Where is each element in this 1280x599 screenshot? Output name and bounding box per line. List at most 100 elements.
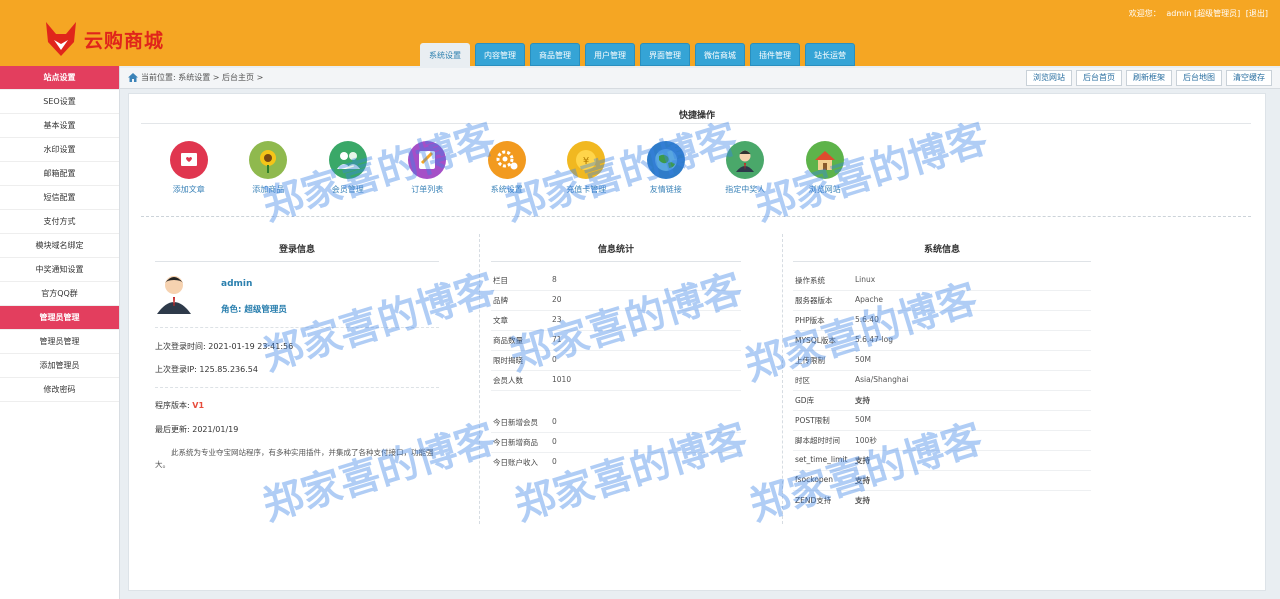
top-header: 云购商城 欢迎您： admin [超级管理员] [退出] 系统设置 内容管理 商…	[0, 0, 1280, 66]
stat-value: 20	[552, 295, 562, 304]
stat-row: 文章 23	[491, 310, 741, 331]
breadcrumb: 当前位置: 系统设置 > 后台主页 >	[128, 72, 263, 83]
last-updated: 最后更新: 2021/01/19	[155, 425, 239, 434]
tab-system-settings[interactable]: 系统设置	[420, 43, 470, 66]
quick-label: 添加文章	[172, 185, 205, 194]
stat-key: 商品数量	[493, 336, 523, 345]
stat-row: 今日新增会员 0	[491, 412, 741, 433]
quick-add-article[interactable]: 添加文章	[149, 141, 229, 195]
logout-link[interactable]: [退出]	[1246, 9, 1268, 18]
sys-key: 时区	[795, 376, 810, 385]
globe-icon	[646, 141, 685, 179]
fox-logo-icon	[46, 22, 76, 56]
last-login-ip: 上次登录IP: 125.85.236.54	[155, 365, 258, 374]
stat-row: 栏目 8	[491, 270, 741, 291]
stat-value: 0	[552, 355, 557, 364]
sys-row: 服务器版本 Apache	[793, 290, 1091, 311]
sys-row: 上传限制 50M	[793, 350, 1091, 371]
refresh-frame-button[interactable]: 刷新框架	[1126, 70, 1172, 86]
quick-order-list[interactable]: 订单列表	[388, 141, 468, 195]
user-role: 角色: 超级管理员	[221, 305, 287, 315]
quick-friend-links[interactable]: 友情链接	[626, 141, 706, 195]
sidebar-item-domain-binding[interactable]: 模块域名绑定	[0, 234, 119, 258]
stat-value: 23	[552, 315, 562, 324]
admin-map-button[interactable]: 后台地图	[1176, 70, 1222, 86]
sys-key: ZEND支持	[795, 496, 832, 505]
tab-plugins[interactable]: 插件管理	[750, 43, 800, 66]
quick-actions-title: 快捷操作	[678, 111, 715, 121]
tab-wechat-mall[interactable]: 微信商城	[695, 43, 745, 66]
section-title: 系统信息	[793, 242, 1091, 262]
toolbar: 浏览网站 后台首页 刷新框架 后台地图 清空缓存	[1022, 70, 1272, 86]
quick-add-product[interactable]: 添加商品	[229, 141, 309, 195]
sys-value: 支持	[855, 496, 870, 505]
tab-products[interactable]: 商品管理	[530, 43, 580, 66]
sys-row: MYSQL版本 5.6.47-log	[793, 330, 1091, 351]
quick-browse-site[interactable]: 浏览网站	[785, 141, 865, 195]
svg-text:¥: ¥	[583, 156, 589, 167]
divider	[155, 327, 439, 329]
browse-site-button[interactable]: 浏览网站	[1026, 70, 1072, 86]
article-icon	[169, 141, 208, 179]
welcome-prefix: 欢迎您：	[1128, 9, 1161, 18]
sidebar-group-site-settings[interactable]: 站点设置	[0, 66, 119, 90]
quick-members[interactable]: 会员管理	[308, 141, 388, 195]
system-info-section: 系统信息 操作系统 Linux 服务器版本 Apache PHP版本 5.6.40 M…	[793, 242, 1091, 505]
sidebar-item-win-notify[interactable]: 中奖通知设置	[0, 258, 119, 282]
sys-row: fsockopen 支持	[793, 470, 1091, 491]
sys-key: GD库	[795, 396, 815, 405]
stat-row: 今日账户收入 0	[491, 452, 741, 472]
divider	[782, 234, 784, 524]
stat-key: 今日账户收入	[493, 458, 538, 467]
sys-value: 50M	[855, 415, 872, 424]
sys-value: 5.6.40	[855, 315, 879, 324]
sidebar-item-sms[interactable]: 短信配置	[0, 186, 119, 210]
clear-cache-button[interactable]: 清空缓存	[1226, 70, 1272, 86]
tab-users[interactable]: 用户管理	[585, 43, 635, 66]
site-logo[interactable]: 云购商城	[44, 20, 164, 58]
sys-key: 服务器版本	[795, 296, 833, 305]
section-title: 登录信息	[155, 242, 439, 262]
sys-value: 支持	[855, 456, 870, 465]
quick-actions: 添加文章 添加商品 会员管理 订单列表 系统设置 ¥ 充值卡管理 友情链接 指定…	[149, 141, 865, 195]
sys-value: Apache	[855, 295, 883, 304]
stat-value: 8	[552, 275, 557, 284]
tab-content[interactable]: 内容管理	[475, 43, 525, 66]
admin-home-button[interactable]: 后台首页	[1076, 70, 1122, 86]
tab-site-ops[interactable]: 站长运营	[805, 43, 855, 66]
last-login-time: 上次登录时间: 2021-01-19 23:41:56	[155, 342, 294, 351]
quick-card-manage[interactable]: ¥ 充值卡管理	[547, 141, 627, 195]
tab-interface[interactable]: 界面管理	[640, 43, 690, 66]
section-title: 信息统计	[491, 242, 741, 262]
sys-value: Asia/Shanghai	[855, 375, 909, 384]
sidebar-item-basic[interactable]: 基本设置	[0, 114, 119, 138]
sidebar-item-seo[interactable]: SEO设置	[0, 90, 119, 114]
sidebar-item-email[interactable]: 邮箱配置	[0, 162, 119, 186]
sidebar-item-watermark[interactable]: 水印设置	[0, 138, 119, 162]
sys-row: set_time_limit 支持	[793, 450, 1091, 471]
quick-label: 充值卡管理	[566, 185, 607, 194]
stat-key: 今日新增商品	[493, 438, 538, 447]
divider	[141, 123, 1251, 124]
sys-key: fsockopen	[795, 475, 834, 484]
sys-key: 操作系统	[795, 276, 825, 285]
stat-value: 0	[552, 457, 557, 466]
version-value: V1	[192, 401, 205, 410]
sidebar-item-add-admin[interactable]: 添加管理员	[0, 354, 119, 378]
quick-system-settings[interactable]: 系统设置	[467, 141, 547, 195]
version-label: 程序版本:	[155, 401, 190, 410]
sidebar-item-payment[interactable]: 支付方式	[0, 210, 119, 234]
quick-label: 浏览网站	[808, 185, 841, 194]
sys-key: 上传限制	[795, 356, 825, 365]
stat-key: 品牌	[493, 296, 508, 305]
sidebar-item-admin-manage[interactable]: 管理员管理	[0, 330, 119, 354]
sys-value: Linux	[855, 275, 876, 284]
winner-icon	[726, 141, 765, 179]
stat-row: 今日新增商品 0	[491, 432, 741, 453]
quick-designated-winner[interactable]: 指定中奖人	[706, 141, 786, 195]
sidebar-item-change-password[interactable]: 修改密码	[0, 378, 119, 402]
sidebar-item-qq-group[interactable]: 官方QQ群	[0, 282, 119, 306]
sidebar-group-admins[interactable]: 管理员管理	[0, 306, 119, 330]
breadcrumb-text: 当前位置: 系统设置 > 后台主页 >	[141, 73, 264, 82]
program-version: 程序版本: V1	[155, 400, 439, 411]
